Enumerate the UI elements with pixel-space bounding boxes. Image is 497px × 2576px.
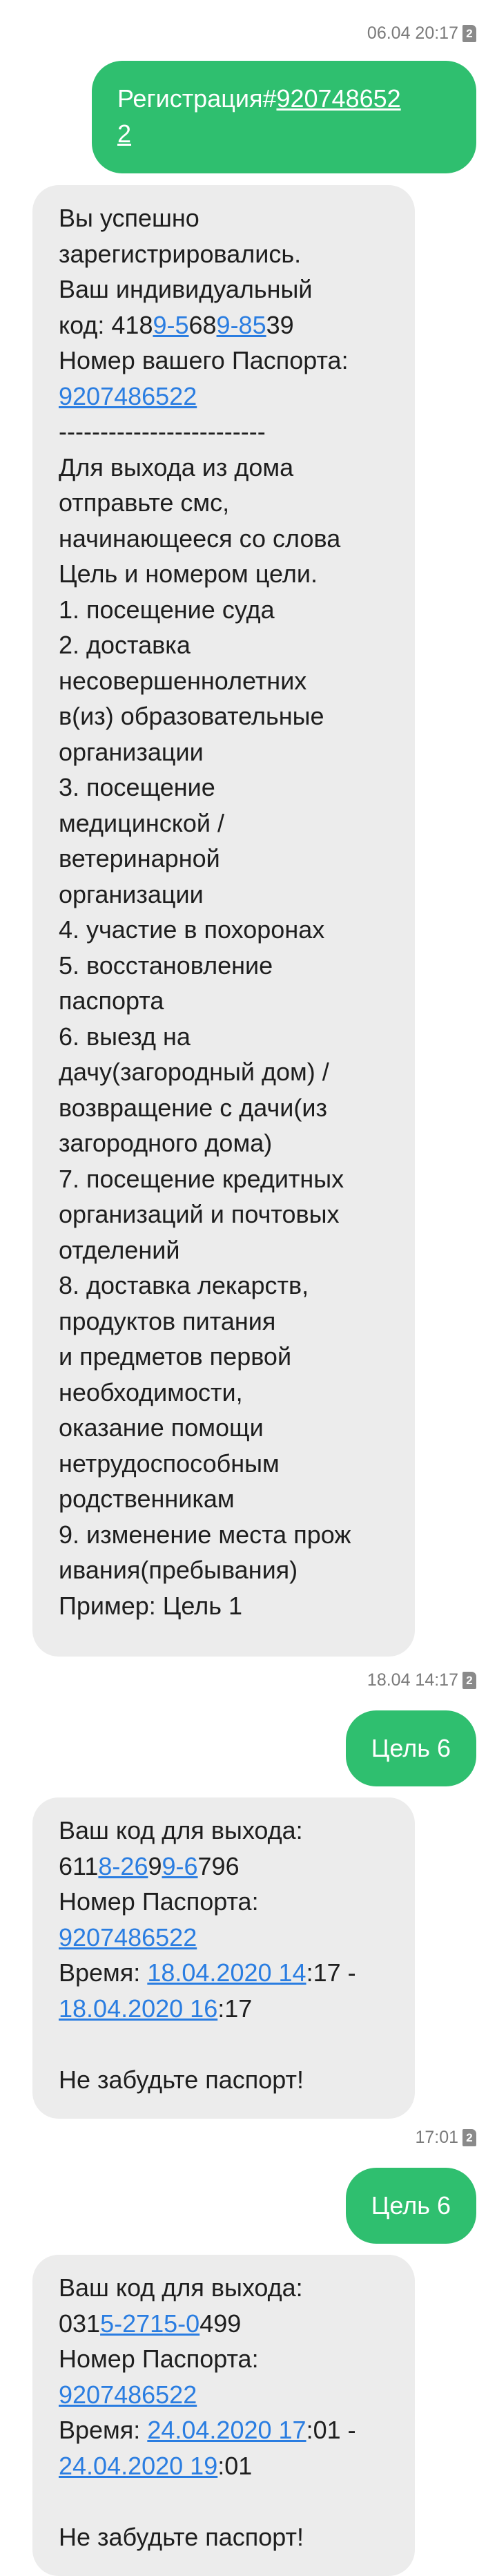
sim-card-2-icon: 2 <box>462 1672 476 1689</box>
passport-link[interactable]: 9207486522 <box>59 382 197 410</box>
goal-item: нетрудоспособным <box>59 1449 280 1478</box>
exit-code: 0315-2715-0499 <box>59 2309 242 2338</box>
goal-item: 6. выезд на <box>59 1022 191 1051</box>
example-line: Пример: Цель 1 <box>59 1591 243 1620</box>
time-label: Время: <box>59 1958 141 1987</box>
goal-item: ивания(пребывания) <box>59 1556 298 1584</box>
goal-item: оказание помощи <box>59 1413 264 1442</box>
exit-code: 6118-2699-6796 <box>59 1851 240 1880</box>
message-line: Вы успешно <box>59 204 199 232</box>
message-line: Регистрация#920748652 <box>117 81 451 116</box>
date-link[interactable]: 24.04.2020 19 <box>59 2452 217 2480</box>
time-to: 24.04.2020 19:01 <box>59 2448 389 2484</box>
goal-item: 4. участие в похоронах <box>59 915 325 944</box>
date-link[interactable]: 24.04.2020 17 <box>147 2416 306 2444</box>
passport-number: 9207486522 <box>59 379 389 414</box>
phone-link[interactable]: 9-85 <box>217 311 266 339</box>
code-label: Ваш код для выхода: <box>59 1816 303 1844</box>
timestamp: 17:01 2 <box>415 2128 476 2148</box>
passport-number: 9207486522 <box>59 1920 389 1956</box>
time-from: Время: 24.04.2020 17:01 - <box>59 2412 389 2448</box>
goal-item: 9. изменение места прож <box>59 1520 351 1549</box>
goal-item: и предметов первой <box>59 1342 292 1371</box>
outgoing-message-registration[interactable]: Регистрация#920748652 2 <box>92 61 476 173</box>
goal-item: ветеринарной <box>59 844 220 872</box>
sim-card-2-icon: 2 <box>462 25 476 42</box>
time-to: 18.04.2020 16:17 <box>59 1991 389 2027</box>
goal-item: продуктов питания <box>59 1306 276 1335</box>
time-from: Время: 18.04.2020 14:17 - <box>59 1955 389 1991</box>
timestamp: 18.04 14:17 2 <box>367 1670 476 1690</box>
time-from-rest: :01 - <box>306 2416 356 2444</box>
phone-link[interactable]: 5-0 <box>164 2309 199 2338</box>
passport-label: Номер Паспорта: <box>59 2345 259 2373</box>
passport-number: 9207486522 <box>59 2377 389 2413</box>
timestamp-text: 06.04 20:17 <box>367 23 458 43</box>
goal-item: возвращение с дачи(из <box>59 1093 327 1122</box>
passport-link[interactable]: 9207486522 <box>59 2381 197 2409</box>
goal-item: в(из) образовательные <box>59 702 324 730</box>
timestamp-text: 18.04 14:17 <box>367 1670 458 1690</box>
goal-item: 2. доставка <box>59 631 191 659</box>
registration-keyword: Регистрация# <box>117 84 277 113</box>
incoming-message-exit-code[interactable]: Ваш код для выхода: 6118-2699-6796 Номер… <box>32 1797 415 2119</box>
goal-item: 5. восстановление <box>59 951 273 980</box>
incoming-message-registration-info[interactable]: Вы успешно зарегистрировались. Ваш индив… <box>32 185 415 1657</box>
passport-link[interactable]: 9207486522 <box>59 1923 197 1952</box>
phone-link[interactable]: 9-5 <box>153 311 188 339</box>
goal-item: 8. доставка лекарств, <box>59 1271 309 1299</box>
goal-item: необходимости, <box>59 1377 243 1406</box>
goal-item: 3. посещение <box>59 773 215 801</box>
timestamp-text: 17:01 <box>415 2128 458 2147</box>
goal-item: несовершеннолетних <box>59 666 307 695</box>
time-to-rest: :01 <box>217 2451 253 2480</box>
passport-label: Номер Паспорта: <box>59 1887 259 1916</box>
phone-link-continued[interactable]: 2 <box>117 120 131 148</box>
message-line: Ваш индивидуальный <box>59 275 313 303</box>
separator-line: ------------------------- <box>59 417 266 446</box>
code-label: Ваш код для выхода: <box>59 2273 303 2302</box>
goal-item: организаций и почтовых <box>59 1200 340 1228</box>
time-from-rest: :17 - <box>306 1958 356 1987</box>
incoming-message-exit-code[interactable]: Ваш код для выхода: 0315-2715-0499 Номер… <box>32 2255 415 2576</box>
message-line: 2 <box>117 116 451 151</box>
goal-text: Цель 6 <box>371 1734 451 1762</box>
outgoing-message-goal[interactable]: Цель 6 <box>345 2168 476 2244</box>
individual-code-line: код: 4189-5689-8539 <box>59 310 294 339</box>
message-line: Для выхода из дома <box>59 452 294 481</box>
phone-link[interactable]: 8-26 <box>98 1852 148 1880</box>
date-link[interactable]: 18.04.2020 14 <box>147 1958 306 1987</box>
message-line: отправьте смс, <box>59 488 230 517</box>
reminder: Не забудьте паспорт! <box>59 2522 304 2551</box>
goal-item: 1. посещение суда <box>59 595 275 624</box>
goal-item: загородного дома) <box>59 1129 273 1157</box>
goal-item: 7. посещение кредитных <box>59 1164 344 1193</box>
message-line: начинающееся со слова <box>59 524 341 553</box>
goal-item: родственникам <box>59 1485 235 1513</box>
phone-link[interactable]: 5-271 <box>100 2309 164 2338</box>
phone-link[interactable]: 920748652 <box>276 84 400 113</box>
outgoing-message-goal[interactable]: Цель 6 <box>345 1710 476 1786</box>
goal-item: отделений <box>59 1235 180 1264</box>
message-line: Номер вашего Паспорта: <box>59 346 349 374</box>
goal-item: дачу(загородный дом) / <box>59 1058 329 1086</box>
message-line: Цель и номером цели. <box>59 560 318 588</box>
goal-item: организации <box>59 737 204 766</box>
reminder: Не забудьте паспорт! <box>59 2065 304 2094</box>
phone-link[interactable]: 9-6 <box>162 1852 198 1880</box>
goal-item: медицинской / <box>59 808 224 837</box>
message-line: зарегистрировались. <box>59 239 302 268</box>
date-link[interactable]: 18.04.2020 16 <box>59 1994 217 2023</box>
time-to-rest: :17 <box>217 1994 253 2023</box>
goal-item: организации <box>59 879 204 908</box>
time-label: Время: <box>59 2416 141 2444</box>
goal-item: паспорта <box>59 986 164 1015</box>
timestamp: 06.04 20:17 2 <box>367 23 476 44</box>
sim-card-2-icon: 2 <box>462 2129 476 2146</box>
goal-text: Цель 6 <box>371 2191 451 2220</box>
